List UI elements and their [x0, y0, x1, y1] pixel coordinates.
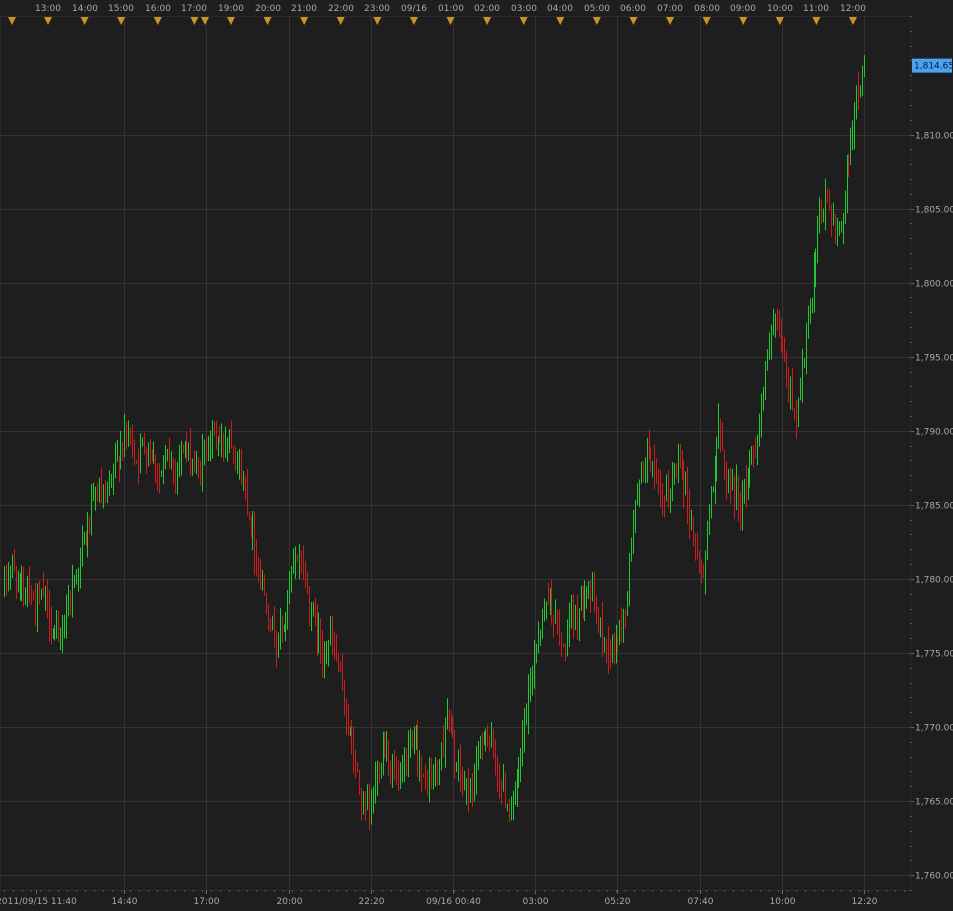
- bottom-time-label: 22:20: [359, 897, 385, 907]
- top-time-label: 09/16: [401, 4, 427, 14]
- top-time-label: 01:00: [438, 4, 464, 14]
- price-tick-label: 1,780.00: [915, 576, 953, 586]
- top-time-label: 15:00: [108, 4, 134, 14]
- top-time-label: 12:00: [840, 4, 866, 14]
- last-price-marker: 1,814.65: [912, 58, 953, 73]
- top-time-label: 11:00: [803, 4, 829, 14]
- chart-svg[interactable]: 13:00 14:00 15:00 16:00 17:00 19:00 20:00 21:00…: [0, 0, 953, 911]
- top-time-label: 22:00: [328, 4, 354, 14]
- top-time-label: 14:00: [72, 4, 98, 14]
- price-tick-label: 1,805.00: [915, 206, 953, 216]
- top-time-label: 03:00: [511, 4, 537, 14]
- top-time-label: 16:00: [145, 4, 171, 14]
- price-tick-label: 1,770.00: [915, 724, 953, 734]
- bottom-time-label: 05:20: [605, 897, 631, 907]
- top-time-label: 21:00: [291, 4, 317, 14]
- price-tick-label: 1,785.00: [915, 502, 953, 512]
- bottom-time-label: 14:40: [112, 897, 138, 907]
- top-time-label: 13:00: [35, 4, 61, 14]
- price-tick-label: 1,800.00: [915, 280, 953, 290]
- bottom-time-label: 07:40: [688, 897, 714, 907]
- bottom-time-label: 10:00: [770, 897, 796, 907]
- top-time-label: 07:00: [657, 4, 683, 14]
- top-time-label: 17:00: [181, 4, 207, 14]
- bottom-time-label: 03:00: [523, 897, 549, 907]
- top-time-label: 06:00: [620, 4, 646, 14]
- top-time-label: 08:00: [694, 4, 720, 14]
- bottom-time-label: 17:00: [194, 897, 220, 907]
- top-time-label: 09:00: [730, 4, 756, 14]
- price-tick-label: 1,765.00: [915, 798, 953, 808]
- price-tick-label: 1,790.00: [915, 428, 953, 438]
- top-time-label: 19:00: [218, 4, 244, 14]
- top-time-label: 10:00: [767, 4, 793, 14]
- bottom-time-label: 12:20: [852, 897, 878, 907]
- bottom-time-label: 09/16 00:40: [426, 897, 481, 907]
- top-time-label: 02:00: [474, 4, 500, 14]
- price-tick-label: 1,810.00: [915, 132, 953, 142]
- price-tick-label: 1,760.00: [915, 872, 953, 882]
- price-tick-label: 1,775.00: [915, 650, 953, 660]
- top-time-label: 20:00: [255, 4, 281, 14]
- bottom-time-label: 20:00: [277, 897, 303, 907]
- price-tick-label: 1,795.00: [915, 354, 953, 364]
- top-time-label: 23:00: [364, 4, 390, 14]
- top-time-label: 05:00: [584, 4, 610, 14]
- bottom-time-label: 2011/09/15 11:40: [0, 897, 77, 907]
- last-price-label: 1,814.65: [914, 62, 953, 72]
- top-time-label: 04:00: [547, 4, 573, 14]
